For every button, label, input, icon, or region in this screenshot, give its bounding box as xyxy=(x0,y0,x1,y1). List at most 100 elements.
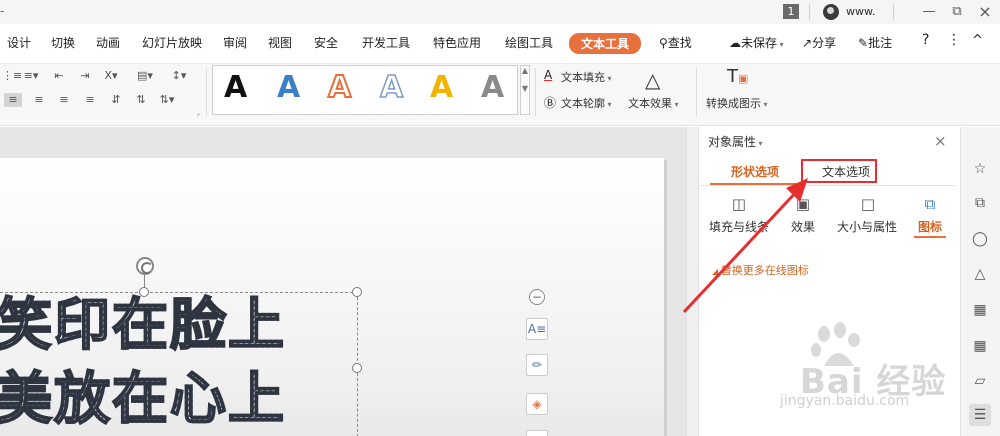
increase-indent-icon[interactable]: ⇥ xyxy=(76,69,94,83)
line-spacing-icon[interactable]: ↕▾ xyxy=(170,69,188,83)
text-style-gold[interactable]: A xyxy=(430,70,453,106)
text-style-gallery[interactable] xyxy=(212,65,518,115)
username[interactable]: www. xyxy=(846,5,875,18)
avatar[interactable] xyxy=(823,4,839,20)
app-corner-icon: - xyxy=(0,4,5,18)
active-subtab-indicator xyxy=(914,236,946,238)
menu-slideshow[interactable]: 幻灯片放映 xyxy=(142,34,202,51)
convert-to-diagram-button[interactable]: 转换成图示 ▾ xyxy=(706,95,768,111)
menu-transition[interactable]: 切换 xyxy=(51,34,75,51)
restore-button[interactable]: ⧉ xyxy=(945,1,969,23)
close-button[interactable]: × xyxy=(973,1,997,23)
list-bullet-icon[interactable]: ⋮≡ xyxy=(2,69,22,83)
text-outline-button[interactable]: 文本轮廓 ▾ xyxy=(561,95,612,111)
decrease-indent-icon[interactable]: ⇤ xyxy=(50,69,68,83)
minimize-button[interactable]: — xyxy=(917,1,941,23)
justify-icon[interactable]: ≡ xyxy=(81,93,99,107)
spacing-after-icon[interactable]: ⇅▾ xyxy=(158,93,176,107)
text-outline-label: 文本轮廓 xyxy=(561,97,605,110)
divider xyxy=(696,68,697,116)
quick-toolbar-collapse-button[interactable]: − xyxy=(529,289,545,305)
menu-view[interactable]: 视图 xyxy=(268,34,292,51)
table-icon[interactable]: ▦ xyxy=(969,299,991,321)
settings-sliders-icon[interactable]: ☰ xyxy=(969,404,991,426)
text-style-orange-outline[interactable]: A xyxy=(327,69,352,106)
resize-handle-right[interactable] xyxy=(352,363,362,373)
slide-shadow xyxy=(664,160,667,436)
text-effects-label: 文本效果 xyxy=(628,97,672,110)
text-direction-icon[interactable]: Ⅹ▾ xyxy=(102,69,120,83)
divider xyxy=(535,68,536,116)
text-effects-icon[interactable]: △ xyxy=(645,68,660,92)
comment-icon: ✎ xyxy=(858,36,869,50)
menu-features[interactable]: 特色应用 xyxy=(433,34,481,51)
size-properties-icon[interactable]: □ xyxy=(856,193,880,215)
share-icon: ↗ xyxy=(802,36,813,50)
align-text-icon[interactable]: ▤▾ xyxy=(136,69,154,83)
watermark-url: jingyan.baidu.com xyxy=(780,393,910,409)
fill-icon[interactable]: △ xyxy=(969,263,991,285)
panel-close-button[interactable]: × xyxy=(934,132,947,150)
unsaved-status[interactable]: ☁未保存 ▾ xyxy=(729,34,784,51)
share-button[interactable]: ↗分享 xyxy=(802,34,836,51)
apps-icon[interactable]: ▦ xyxy=(969,335,991,357)
page-badge: 1 xyxy=(783,4,799,19)
fill-quick-button[interactable]: ◈ xyxy=(526,393,548,415)
menu-design[interactable]: 设计 xyxy=(7,34,31,51)
text-format-quick-button[interactable]: A≡ xyxy=(526,318,548,340)
menu-review[interactable]: 审阅 xyxy=(223,34,247,51)
sub-tab-size-properties[interactable]: 大小与属性 xyxy=(837,218,897,235)
comment-label: 批注 xyxy=(868,36,893,50)
brush-quick-button[interactable]: ✏ xyxy=(526,354,548,376)
wps-presentation-window: { "titlebar": { "page_number": "1", "use… xyxy=(0,0,1000,436)
icon-tab-icon[interactable]: ⧉ xyxy=(918,193,942,215)
gallery-scroll-button[interactable]: ▲ ▼ xyxy=(520,65,530,115)
convert-to-diagram-icon[interactable]: T▣ xyxy=(727,66,748,87)
sub-tab-icon[interactable]: 图标 xyxy=(918,218,942,235)
align-center-icon[interactable]: ≡ xyxy=(30,93,48,107)
search-label: 查找 xyxy=(667,36,692,50)
menu-developer[interactable]: 开发工具 xyxy=(362,34,410,51)
spacing-before-icon[interactable]: ⇅ xyxy=(132,93,150,107)
text-fill-label: 文本填充 xyxy=(561,71,605,84)
menu-animation[interactable]: 动画 xyxy=(96,34,120,51)
align-right-icon[interactable]: ≡ xyxy=(55,93,73,107)
more-menu-button[interactable]: ⋮ xyxy=(947,32,961,48)
copy-icon[interactable]: ⧉ xyxy=(969,192,991,214)
distribute-icon[interactable]: ⇵ xyxy=(107,93,125,107)
chart-icon[interactable]: ▱ xyxy=(969,370,991,392)
text-fill-icon[interactable]: A xyxy=(544,68,552,82)
search-icon: ⚲ xyxy=(659,36,668,50)
text-style-blue-outline[interactable]: A xyxy=(379,69,404,106)
unsaved-label: 未保存 xyxy=(741,36,778,50)
text-fill-button[interactable]: 文本填充 ▾ xyxy=(561,69,612,85)
share-label: 分享 xyxy=(812,36,837,50)
star-icon[interactable]: ☆ xyxy=(969,158,991,180)
divider xyxy=(206,68,207,116)
menu-text-tools[interactable]: 文本工具 xyxy=(569,33,642,54)
text-style-blue[interactable]: A xyxy=(277,70,300,106)
text-effects-button[interactable]: 文本效果 ▾ xyxy=(628,95,679,111)
cloud-icon: ☁ xyxy=(729,36,741,50)
menu-drawing-tools[interactable]: 绘图工具 xyxy=(505,34,553,51)
help-button[interactable]: ? xyxy=(922,32,929,48)
more-quick-button[interactable] xyxy=(526,430,548,436)
menu-security[interactable]: 安全 xyxy=(314,34,338,51)
collapse-ribbon-button[interactable]: ^ xyxy=(972,33,983,48)
slide-text-line-1[interactable]: 笑印在脸上 xyxy=(0,295,286,357)
resize-handle-top-right[interactable] xyxy=(352,287,362,297)
text-style-black[interactable]: A xyxy=(224,70,247,106)
annotation-arrow xyxy=(682,178,808,314)
paragraph-dialog-launcher[interactable]: ⌜ xyxy=(197,113,201,122)
comment-button[interactable]: ✎批注 xyxy=(858,34,892,51)
search-button[interactable]: ⚲查找 xyxy=(659,34,692,51)
convert-label: 转换成图示 xyxy=(706,97,761,110)
shapes-icon[interactable]: ◯ xyxy=(969,228,991,250)
text-style-gray[interactable]: A xyxy=(481,70,504,106)
numbered-list-icon[interactable]: ≡▾ xyxy=(22,69,40,83)
text-outline-icon[interactable]: Ⓑ xyxy=(544,94,556,111)
rotate-handle[interactable] xyxy=(136,257,154,275)
slide-text-line-2[interactable]: 美放在心上 xyxy=(0,369,286,431)
panel-title[interactable]: 对象属性 ▾ xyxy=(708,133,763,150)
align-left-icon[interactable]: ≡ xyxy=(4,93,22,107)
